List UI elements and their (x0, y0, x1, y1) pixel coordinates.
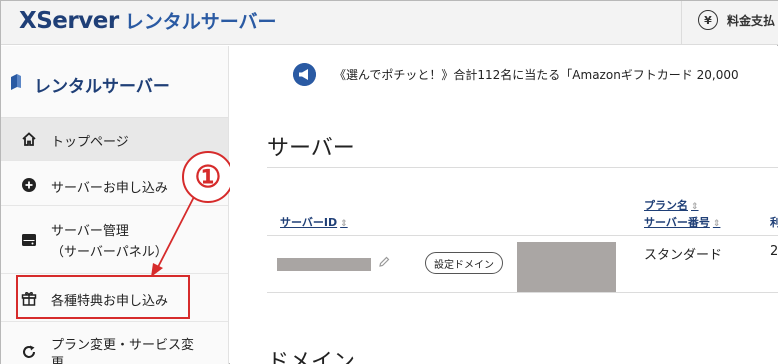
megaphone-icon (293, 63, 316, 86)
column-header-server-number[interactable]: サーバー番号 ⇕ (644, 214, 720, 230)
yen-icon: ¥ (698, 10, 718, 30)
sort-icon: ⇕ (712, 219, 721, 229)
pencil-icon[interactable] (378, 256, 390, 268)
section-divider (267, 167, 778, 168)
sidebar-item-label: プラン変更・サービス変 (51, 338, 195, 353)
column-header-label: プラン名 (644, 199, 688, 212)
sidebar-title[interactable]: レンタルサーバー (1, 46, 228, 118)
campaign-banner[interactable]: 《選んでポチッと！》合計112名に当たる「Amazonギフトカード 20,000 (230, 46, 778, 104)
logo-subtitle: レンタルサーバー (124, 11, 277, 33)
column-header-label: サーバー番号 (644, 216, 710, 229)
annotation-arrow (151, 192, 197, 277)
cube-icon (11, 74, 21, 90)
masked-domain (517, 242, 616, 292)
plan-value: スタンダード (644, 248, 723, 263)
sidebar-item-label: サーバー管理 (51, 224, 129, 239)
configured-domain-button[interactable]: 設定ドメイン (425, 252, 503, 274)
column-header-label: サーバーID (280, 216, 338, 229)
sort-icon: ⇕ (691, 202, 699, 212)
sort-icon: ⇕ (340, 219, 348, 229)
column-header-label: 利 (770, 216, 778, 229)
domain-section-title: ドメイン (267, 350, 356, 364)
server-section-title: サーバー (267, 136, 355, 161)
sidebar-item-plan-change[interactable]: プラン変更・サービス変 更 (1, 322, 228, 364)
table-row-divider (267, 292, 778, 293)
xserver-logo[interactable]: XServer レンタルサーバー (19, 7, 277, 37)
cut-off-value: 2 (770, 244, 778, 259)
main-content: 《選んでポチッと！》合計112名に当たる「Amazonギフトカード 20,000… (230, 46, 778, 364)
logo-brand: XServer (19, 8, 119, 34)
column-header-plan-name[interactable]: プラン名 ⇕ (644, 197, 699, 213)
topbar-divider (681, 1, 682, 45)
annotation-number-badge: ① (182, 151, 234, 203)
payment-link[interactable]: ¥ 料金支払 (698, 10, 775, 30)
server-icon (22, 234, 36, 246)
banner-text: 《選んでポチッと！》合計112名に当たる「Amazonギフトカード 20,000 (334, 68, 739, 82)
masked-server-id (277, 258, 371, 271)
refresh-icon (23, 345, 35, 358)
top-bar: XServer レンタルサーバー ¥ 料金支払 (1, 1, 778, 45)
sidebar-item-label: トップページ (51, 135, 129, 150)
sidebar-title-text: レンタルサーバー (34, 77, 170, 97)
plus-circle-icon (22, 178, 36, 192)
column-header-cut-off[interactable]: 利 (770, 214, 778, 230)
annotation-highlight-box (16, 275, 190, 319)
home-icon (22, 132, 36, 146)
table-header-divider (267, 235, 778, 236)
payment-label: 料金支払 (727, 13, 776, 28)
sidebar-item-sublabel: 更 (51, 356, 65, 364)
column-header-server-id[interactable]: サーバーID ⇕ (280, 214, 348, 230)
